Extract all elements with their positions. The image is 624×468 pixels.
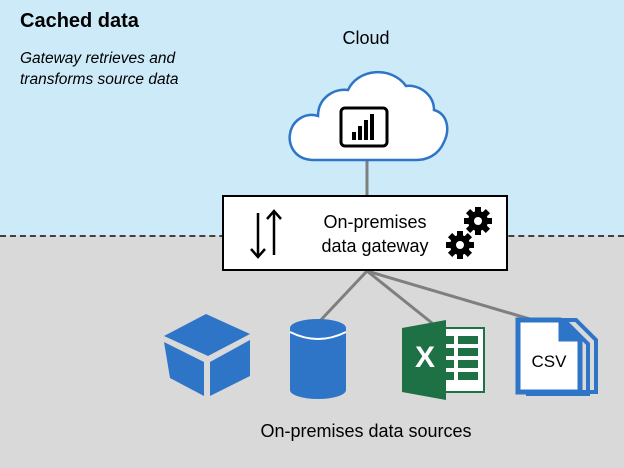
gateway-label-line-1: On-premises: [323, 212, 427, 232]
csv-icon-label: CSV: [531, 352, 567, 371]
excel-icon-letter: X: [414, 341, 435, 374]
csv-file-icon: CSV: [514, 316, 604, 396]
cylinder-connector: [316, 269, 369, 325]
analysis-services-cube-icon: [164, 314, 250, 396]
excel-connector: [366, 269, 433, 325]
gears-icon: [446, 207, 492, 259]
data-sources-label: On-premises data sources: [260, 421, 472, 441]
excel-icon: X: [402, 320, 486, 400]
database-cylinder-icon: [289, 319, 347, 399]
gateway-label: On-premises data gateway: [300, 210, 450, 258]
up-down-arrows-icon: [250, 209, 282, 259]
gateway-box: On-premises data gateway: [222, 195, 508, 271]
cloud-icon: [288, 71, 449, 162]
diagram: Cached data Gateway retrieves and transf…: [0, 0, 624, 468]
gateway-label-line-2: data gateway: [321, 236, 429, 256]
